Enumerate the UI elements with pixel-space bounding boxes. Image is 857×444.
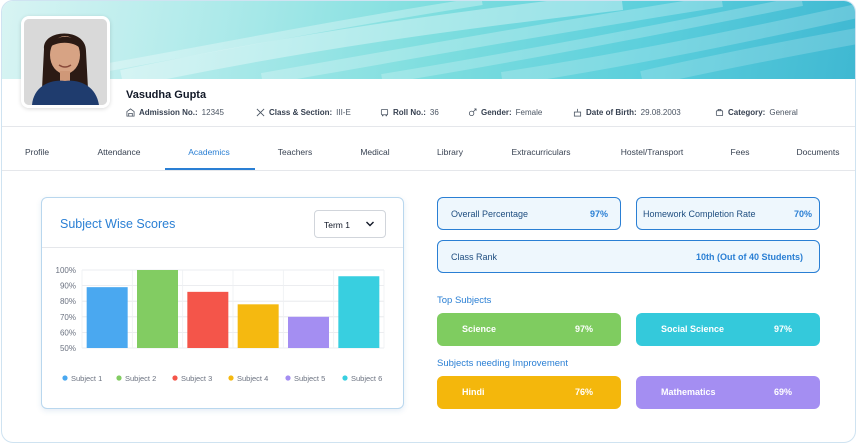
legend-label: Subject 4 xyxy=(237,374,268,383)
homework-completion-value: 70% xyxy=(793,209,812,219)
legend-marker xyxy=(228,375,234,381)
tab-documents[interactable]: Documents xyxy=(797,147,840,157)
class-rank-value: 10th (Out of 40 Students) xyxy=(695,252,803,262)
admission-value: 12345 xyxy=(201,108,224,117)
y-tick-label: 70% xyxy=(60,313,76,322)
top-subject-social-science: Social Science 97% xyxy=(636,313,820,346)
category-label: Category: xyxy=(728,108,766,117)
legend-label: Subject 5 xyxy=(294,374,325,383)
top-subject-label: Science xyxy=(462,324,497,334)
tab-attendance[interactable]: Attendance xyxy=(97,147,140,157)
student-profile-window: Vasudha Gupta Admission No.: 12345 Class… xyxy=(1,0,856,443)
card-divider xyxy=(42,247,403,248)
improvement-subject-hindi: Hindi 76% xyxy=(437,376,621,409)
active-tab-indicator xyxy=(165,168,255,170)
class-label: Class & Section: xyxy=(269,108,333,117)
improvement-subject-label: Hindi xyxy=(462,387,485,397)
legend-label: Subject 2 xyxy=(125,374,156,383)
legend-marker xyxy=(342,375,348,381)
legend-marker xyxy=(285,375,291,381)
bar-subject-1 xyxy=(86,287,128,348)
gender-icon xyxy=(468,108,477,117)
bar-subject-5 xyxy=(288,316,329,348)
dob-value: 29.08.2003 xyxy=(640,108,681,117)
term-select-value: Term 1 xyxy=(324,220,350,230)
overall-percentage-card: Overall Percentage 97% xyxy=(437,197,621,230)
chevron-down-icon xyxy=(366,221,374,227)
homework-completion-card: Homework Completion Rate 70% xyxy=(636,197,820,230)
dob-label: Date of Birth: xyxy=(586,108,637,117)
bar-subject-2 xyxy=(137,270,178,348)
legend-label: Subject 6 xyxy=(351,374,382,383)
legend-marker xyxy=(62,375,68,381)
class-info: Class & Section: III-E xyxy=(256,108,351,117)
subject-scores-chart: 50% 60% 70% 80% 90% 100% Subject 1 Subject 2 Sub… xyxy=(56,266,385,383)
category-icon xyxy=(715,108,724,117)
roll-value: 36 xyxy=(429,108,439,117)
tab-library[interactable]: Library xyxy=(437,147,463,157)
tab-teachers[interactable]: Teachers xyxy=(278,147,313,157)
top-subject-value: 97% xyxy=(574,324,593,334)
tab-fees[interactable]: Fees xyxy=(731,147,750,157)
legend-marker xyxy=(116,375,122,381)
scores-card-title: Subject Wise Scores xyxy=(60,217,176,231)
legend-label: Subject 3 xyxy=(181,374,212,383)
student-name: Vasudha Gupta xyxy=(126,89,207,101)
admission-info: Admission No.: 12345 xyxy=(126,108,224,117)
roll-label: Roll No.: xyxy=(393,108,426,117)
improvement-subject-value: 69% xyxy=(773,387,792,397)
term-select[interactable]: Term 1 xyxy=(314,210,386,238)
top-subject-label: Social Science xyxy=(661,324,725,334)
student-info-bar: Vasudha Gupta Admission No.: 12345 Class… xyxy=(2,79,855,127)
building-icon xyxy=(126,108,135,117)
y-tick-label: 60% xyxy=(60,328,76,337)
bar-subject-3 xyxy=(187,291,229,348)
admission-label: Admission No.: xyxy=(139,108,198,117)
y-tick-label: 80% xyxy=(60,297,76,306)
legend-marker xyxy=(172,375,178,381)
tools-icon xyxy=(256,108,265,117)
profile-banner xyxy=(2,1,855,79)
improvement-subject-mathematics: Mathematics 69% xyxy=(636,376,820,409)
y-tick-label: 50% xyxy=(60,344,76,353)
tab-academics[interactable]: Academics xyxy=(188,147,230,157)
top-subject-value: 97% xyxy=(773,324,792,334)
improvement-subject-value: 76% xyxy=(574,387,593,397)
y-tick-label: 90% xyxy=(60,282,76,291)
cake-icon xyxy=(573,108,582,117)
category-value: General xyxy=(769,108,798,117)
tab-medical[interactable]: Medical xyxy=(360,147,389,157)
tab-extracurriculars[interactable]: Extracurriculars xyxy=(511,147,570,157)
bar-subject-6 xyxy=(338,276,380,348)
tab-bar: Profile Attendance Academics Teachers Me… xyxy=(2,141,855,171)
legend-label: Subject 1 xyxy=(71,374,102,383)
y-tick-label: 100% xyxy=(56,266,76,275)
category-info: Category: General xyxy=(715,108,798,117)
overall-percentage-value: 97% xyxy=(589,209,608,219)
bar-subject-4 xyxy=(237,304,279,348)
top-subject-science: Science 97% xyxy=(437,313,621,346)
class-rank-label: Class Rank xyxy=(451,252,498,262)
top-subjects-title: Top Subjects xyxy=(437,295,492,306)
improvement-title: Subjects needing Improvement xyxy=(437,358,568,369)
class-value: III-E xyxy=(336,108,351,117)
bus-icon xyxy=(380,108,389,117)
gender-value: Female xyxy=(515,108,543,117)
improvement-subject-label: Mathematics xyxy=(661,387,716,397)
tab-hostel-transport[interactable]: Hostel/Transport xyxy=(621,147,684,157)
roll-info: Roll No.: 36 xyxy=(380,108,439,117)
gender-info: Gender: Female xyxy=(468,108,542,117)
dob-info: Date of Birth: 29.08.2003 xyxy=(573,108,681,117)
subject-scores-card: Subject Wise Scores Term 1 50% 60% 70% 80% 9… xyxy=(41,197,404,409)
overall-percentage-label: Overall Percentage xyxy=(451,209,529,219)
gender-label: Gender: xyxy=(481,108,512,117)
homework-completion-label: Homework Completion Rate xyxy=(643,209,756,219)
tab-profile[interactable]: Profile xyxy=(25,147,49,157)
class-rank-card: Class Rank 10th (Out of 40 Students) xyxy=(437,240,820,273)
